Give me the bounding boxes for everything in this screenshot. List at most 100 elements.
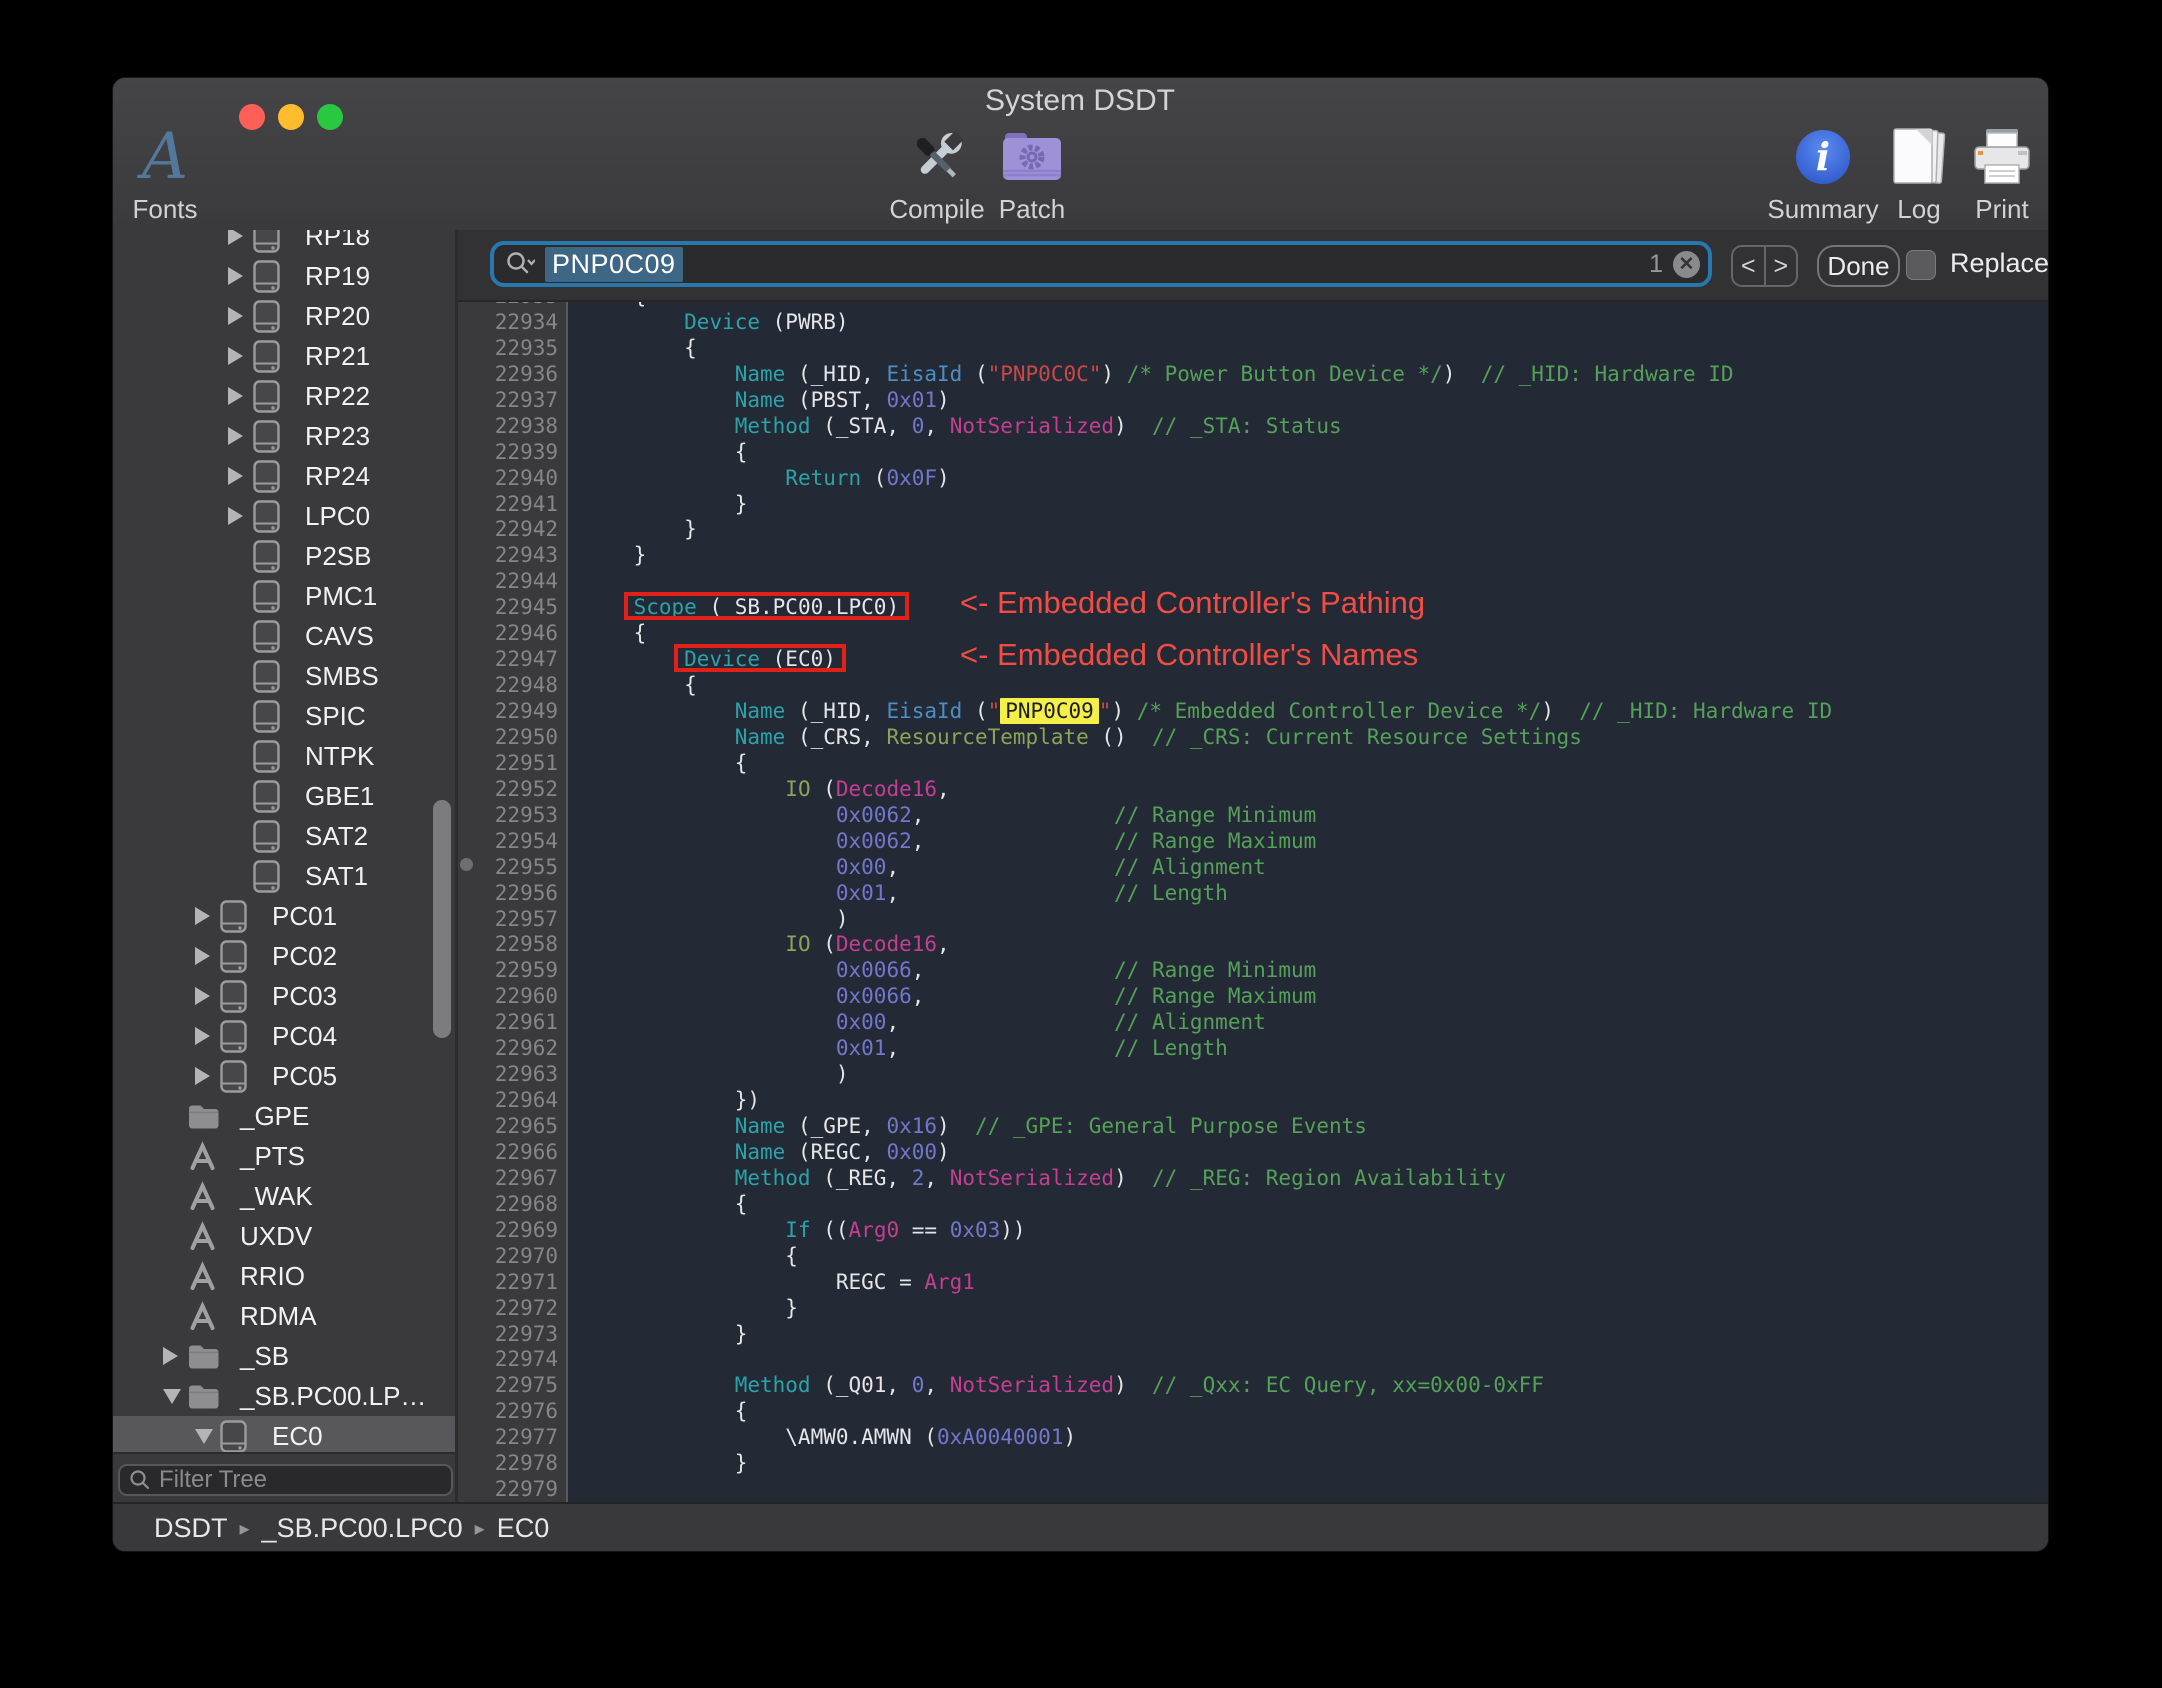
tree-item-cavs[interactable]: CAVS xyxy=(113,616,455,656)
summary-button[interactable]: i Summary xyxy=(1763,122,1883,225)
device-icon xyxy=(253,859,280,893)
tree-item-uxdv[interactable]: UXDV xyxy=(113,1216,455,1256)
tree-item-spic[interactable]: SPIC xyxy=(113,696,455,736)
code-token: () xyxy=(1088,724,1152,749)
disclosure-right-icon[interactable] xyxy=(163,1347,188,1365)
tree-item-smbs[interactable]: SMBS xyxy=(113,656,455,696)
tree-item-_wak[interactable]: _WAK xyxy=(113,1176,455,1216)
tree-item-pc04[interactable]: PC04 xyxy=(113,1016,455,1056)
tree-item-rp23[interactable]: RP23 xyxy=(113,416,455,456)
tree-item-label: SMBS xyxy=(305,660,379,691)
tree-item-rp22[interactable]: RP22 xyxy=(113,376,455,416)
app-window: System DSDT A Fonts Compile Patch i Summ… xyxy=(113,78,2048,1551)
tree-item-ec0[interactable]: EC0 xyxy=(113,1416,455,1452)
code-line-22971: 22971 REGC = Arg1 xyxy=(458,1269,2048,1296)
tree-item-sat2[interactable]: SAT2 xyxy=(113,816,455,856)
disclosure-right-icon[interactable] xyxy=(228,507,253,525)
device-icon-slot xyxy=(220,939,272,973)
tree-item-pmc1[interactable]: PMC1 xyxy=(113,576,455,616)
tree-item-rdma[interactable]: RDMA xyxy=(113,1296,455,1336)
line-number: 22954 xyxy=(458,828,568,855)
tree-item-rp20[interactable]: RP20 xyxy=(113,296,455,336)
code-line-22952: 22952 IO (Decode16, xyxy=(458,776,2048,803)
breadcrumb-item[interactable]: EC0 xyxy=(497,1513,550,1544)
disclosure-right-icon[interactable] xyxy=(195,1067,220,1085)
code-token: Method xyxy=(734,413,811,438)
code-viewport[interactable]: 22933 {22934 Device (PWRB)22935 {22936 N… xyxy=(458,300,2048,1504)
disclosure-down-icon[interactable] xyxy=(195,1429,220,1444)
tree-item-_pts[interactable]: _PTS xyxy=(113,1136,455,1176)
tree-item-sat1[interactable]: SAT1 xyxy=(113,856,455,896)
tree-item-pc05[interactable]: PC05 xyxy=(113,1056,455,1096)
method-icon xyxy=(190,1140,215,1170)
tree-item-rp19[interactable]: RP19 xyxy=(113,256,455,296)
disclosure-right-icon[interactable] xyxy=(228,347,253,365)
editor-scrollbar-thumb[interactable] xyxy=(460,858,473,871)
code-token: 0x00 xyxy=(835,1010,887,1035)
tree-item-rp21[interactable]: RP21 xyxy=(113,336,455,376)
tree-item-pc02[interactable]: PC02 xyxy=(113,936,455,976)
code-token: , xyxy=(886,880,1115,905)
done-button[interactable]: Done xyxy=(1817,245,1900,287)
disclosure-right-icon[interactable] xyxy=(228,387,253,405)
tree-item-_sb[interactable]: _SB xyxy=(113,1336,455,1376)
disclosure-right-icon[interactable] xyxy=(228,230,253,245)
print-button[interactable]: Print xyxy=(1962,122,2042,225)
log-button[interactable]: Log xyxy=(1879,122,1959,225)
device-icon-slot xyxy=(253,619,305,653)
disclosure-right-icon[interactable] xyxy=(228,307,253,325)
disclosure-right-icon[interactable] xyxy=(195,987,220,1005)
disclosure-down-icon[interactable] xyxy=(163,1389,188,1404)
disclosure-right-icon[interactable] xyxy=(195,907,220,925)
tree-item-label: RP21 xyxy=(305,340,371,371)
code-token: , xyxy=(886,1010,1115,1035)
compile-button[interactable]: Compile xyxy=(887,122,987,225)
tree-item-_gpe[interactable]: _GPE xyxy=(113,1096,455,1136)
tree-item-pc03[interactable]: PC03 xyxy=(113,976,455,1016)
close-window-button[interactable] xyxy=(239,104,265,130)
tree-list: RP18 RP19 RP20 RP21 RP22 RP23 RP24 LPC0 P2SB PMC1… xyxy=(113,230,455,1452)
code-line-content: 0x01, // Length xyxy=(568,1036,1228,1062)
sidebar-scrollbar[interactable] xyxy=(433,800,451,1038)
breadcrumb-item[interactable]: DSDT xyxy=(154,1513,228,1544)
code-line-22964: 22964 }) xyxy=(458,1088,2048,1114)
clear-search-icon[interactable]: ✕ xyxy=(1673,250,1700,278)
disclosure-right-icon[interactable] xyxy=(228,267,253,285)
search-menu-icon[interactable] xyxy=(505,250,535,278)
filter-tree-input[interactable]: Filter Tree xyxy=(118,1464,453,1496)
device-icon-slot xyxy=(253,339,305,373)
patch-button[interactable]: Patch xyxy=(992,122,1072,225)
tree-item-p2sb[interactable]: P2SB xyxy=(113,536,455,576)
tree-item-rrio[interactable]: RRIO xyxy=(113,1256,455,1296)
tree-item-label: RP22 xyxy=(305,380,371,411)
device-icon xyxy=(253,739,280,773)
tree-item-gbe1[interactable]: GBE1 xyxy=(113,776,455,816)
find-input[interactable]: PNP0C09 1 ✕ xyxy=(490,241,1712,287)
tree-item-ntpk[interactable]: NTPK xyxy=(113,736,455,776)
line-number: 22962 xyxy=(458,1036,568,1063)
breadcrumb-item[interactable]: _SB.PC00.LPC0 xyxy=(262,1513,463,1544)
tree-item-lpc0[interactable]: LPC0 xyxy=(113,496,455,536)
disclosure-right-icon[interactable] xyxy=(228,427,253,445)
breadcrumb-separator-icon: ▸ xyxy=(239,1518,250,1540)
minimize-window-button[interactable] xyxy=(278,104,304,130)
code-line-22975: 22975 Method (_Q01, 0, NotSerialized) //… xyxy=(458,1373,2048,1400)
code-line-22972: 22972 } xyxy=(458,1295,2048,1322)
find-previous-button[interactable]: < xyxy=(1733,247,1766,285)
zoom-window-button[interactable] xyxy=(317,104,343,130)
tree-item-rp18[interactable]: RP18 xyxy=(113,230,455,256)
fonts-button[interactable]: A Fonts xyxy=(125,122,205,225)
tree-item-_sb-pc00-lp-[interactable]: _SB.PC00.LP… xyxy=(113,1376,455,1416)
disclosure-right-icon[interactable] xyxy=(195,947,220,965)
line-number: 22943 xyxy=(458,543,568,570)
tree-item-rp24[interactable]: RP24 xyxy=(113,456,455,496)
method-icon-slot xyxy=(188,1140,240,1172)
code-token: ( xyxy=(861,465,887,490)
disclosure-right-icon[interactable] xyxy=(228,467,253,485)
tree-item-pc01[interactable]: PC01 xyxy=(113,896,455,936)
disclosure-right-icon[interactable] xyxy=(195,1027,220,1045)
find-next-button[interactable]: > xyxy=(1766,247,1797,285)
replace-checkbox[interactable] xyxy=(1906,250,1936,280)
code-token: } xyxy=(583,517,697,542)
